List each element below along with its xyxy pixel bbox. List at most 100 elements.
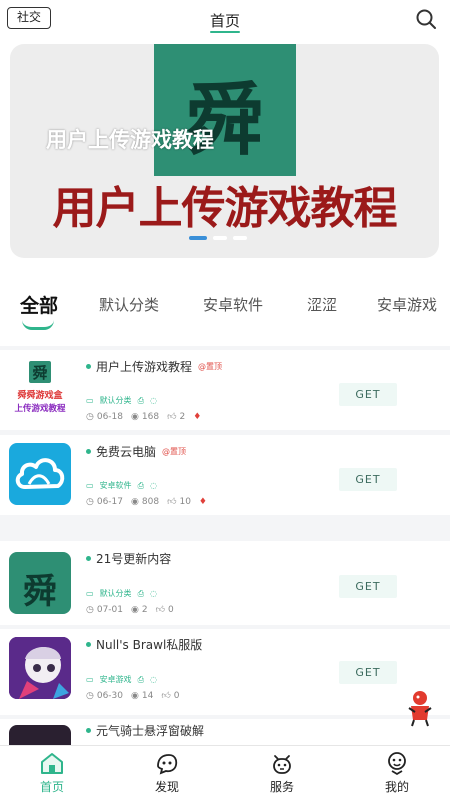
item-stats: ◷ 06-30 ◉ 14 👍︎ 0	[86, 691, 179, 701]
item-stats: ◷ 06-18 ◉ 168 👍︎ 2 ♦	[86, 412, 201, 422]
item-title-row: 用户上传游戏教程 @置顶	[86, 358, 222, 375]
item-category: 默认分类	[99, 589, 132, 598]
carousel-dot[interactable]	[233, 236, 247, 240]
item-category: 安卓游戏	[99, 675, 132, 684]
app-logo: 舜	[154, 44, 296, 176]
home-icon	[41, 753, 63, 774]
clock-icon: ◷	[86, 605, 94, 615]
tab-android-games[interactable]: 安卓游戏	[377, 294, 437, 315]
item-thumbnail: 舜 舜舜游戏盒 上传游戏教程	[9, 358, 71, 420]
banner-headline: 用户上传游戏教程	[52, 183, 398, 234]
clock-icon: ◷	[86, 412, 94, 422]
item-stats: ◷ 07-01 ◉ 2 👍︎ 0	[86, 605, 174, 615]
item-thumbnail	[9, 637, 71, 699]
cloud-icon	[15, 458, 65, 489]
page-title: 首页	[209, 12, 240, 30]
folder-icon: ▭	[86, 481, 94, 490]
item-date: 06-30	[96, 691, 124, 701]
item-date: 06-18	[96, 412, 124, 422]
eye-icon: ◉	[131, 497, 139, 507]
carousel-dot[interactable]	[213, 236, 227, 240]
service-icon	[273, 755, 291, 774]
thumbs-up-icon: 👍︎	[161, 691, 171, 701]
bottom-navigation: 首页 发现 服务 我的	[0, 745, 450, 800]
svg-text:舜: 舜	[32, 364, 47, 382]
get-button[interactable]: GET	[339, 661, 397, 684]
item-title: Null's Brawl私服版	[96, 638, 203, 652]
item-views: 2	[141, 605, 148, 615]
list-item[interactable]: Null's Brawl私服版 ▭ 安卓游戏 ⎙ ◌ ◷ 06-30 ◉ 14 👍︎…	[0, 629, 450, 715]
list-item[interactable]: 舜 21号更新内容 ▭ 默认分类 ⎙ ◌ ◷ 07-01 ◉ 2 👍︎ 0 GET	[0, 541, 450, 625]
item-date: 07-01	[96, 605, 124, 615]
clock-icon: ◷	[86, 691, 94, 701]
carousel-indicator	[189, 236, 247, 240]
nav-label: 首页	[39, 780, 64, 794]
pinned-tag: @置顶	[198, 362, 223, 371]
folder-icon: ▭	[86, 589, 94, 598]
search-icon[interactable]	[414, 7, 438, 31]
eye-icon: ◉	[131, 412, 139, 422]
item-title: 免费云电脑	[96, 445, 157, 459]
nav-home[interactable]: 首页	[22, 750, 82, 795]
item-likes: 0	[173, 691, 180, 701]
item-thumbnail	[9, 443, 71, 505]
item-title: 21号更新内容	[96, 552, 172, 566]
get-button[interactable]: GET	[339, 383, 397, 406]
item-title: 用户上传游戏教程	[96, 360, 193, 374]
list-item[interactable]: 舜 舜舜游戏盒 上传游戏教程 用户上传游戏教程 @置顶 ▭ 默认分类 ⎙ ◌ ◷…	[0, 350, 450, 430]
item-category: 安卓软件	[99, 481, 132, 490]
nav-service[interactable]: 服务	[252, 750, 312, 795]
tag-icon: ⎙	[137, 395, 144, 405]
nav-profile[interactable]: 我的	[367, 750, 427, 795]
item-title-row: 21号更新内容	[86, 550, 171, 567]
tag-icon: ⎙	[137, 588, 144, 598]
item-category-row: ▭ 默认分类 ⎙ ◌	[86, 588, 157, 599]
item-likes: 0	[168, 605, 174, 615]
nav-label: 服务	[269, 780, 294, 794]
item-title-row: Null's Brawl私服版	[86, 636, 202, 653]
item-likes: 2	[179, 412, 186, 422]
tab-active-indicator	[22, 320, 54, 330]
folder-icon: ▭	[86, 675, 94, 684]
thumbs-up-icon: 👍︎	[155, 605, 166, 615]
item-title-row: 免费云电脑 @置顶	[86, 443, 186, 460]
thumbs-up-icon: 👍︎	[167, 497, 177, 507]
eye-icon: ◉	[131, 691, 139, 701]
thumb-title: 舜舜游戏盒	[17, 391, 63, 401]
thumb-subtitle: 上传游戏教程	[14, 404, 66, 414]
tab-android-software[interactable]: 安卓软件	[203, 294, 263, 315]
get-button[interactable]: GET	[339, 575, 397, 598]
folder-icon: ▭	[86, 396, 94, 405]
item-category-row: ▭ 默认分类 ⎙ ◌	[86, 395, 157, 406]
item-title-row: 元气骑士悬浮窗破解	[86, 722, 204, 739]
tag-icon: ⎙	[137, 674, 144, 684]
item-stats: ◷ 06-17 ◉ 808 👍︎ 10 ♦	[86, 497, 207, 507]
tag-icon: ⎙	[137, 480, 144, 490]
info-icon: ◌	[149, 589, 157, 598]
tab-default-category[interactable]: 默认分类	[99, 294, 159, 315]
info-icon: ◌	[149, 675, 157, 684]
list-item[interactable]: 免费云电脑 @置顶 ▭ 安卓软件 ⎙ ◌ ◷ 06-17 ◉ 808 👍︎ 10 ♦ …	[0, 435, 450, 515]
nav-discover[interactable]: 发现	[137, 750, 197, 795]
banner-subtitle: 用户上传游戏教程	[46, 128, 214, 152]
logo-glyph: 舜	[23, 572, 57, 612]
info-icon: ◌	[149, 481, 157, 490]
get-button[interactable]: GET	[339, 468, 397, 491]
bullet-dot	[86, 556, 91, 561]
hot-icon: ♦	[193, 412, 202, 422]
tab-sese[interactable]: 涩涩	[307, 294, 337, 315]
item-views: 808	[141, 497, 160, 507]
tab-all[interactable]: 全部	[20, 291, 58, 318]
carousel-dot[interactable]	[189, 236, 207, 240]
banner-carousel[interactable]: 舜 用户上传游戏教程 用户上传游戏教程	[10, 44, 439, 258]
top-bar: 社交 首页	[0, 0, 450, 42]
item-date: 06-17	[96, 497, 124, 507]
pinned-tag: @置顶	[162, 447, 187, 456]
item-category: 默认分类	[99, 396, 132, 405]
floating-mascot-icon[interactable]	[405, 688, 435, 728]
game-character-icon	[9, 637, 71, 699]
item-title: 元气骑士悬浮窗破解	[96, 724, 205, 738]
bullet-dot	[86, 728, 91, 733]
item-thumbnail: 舜	[9, 552, 71, 614]
list-item[interactable]: 元气骑士悬浮窗破解	[0, 719, 450, 745]
